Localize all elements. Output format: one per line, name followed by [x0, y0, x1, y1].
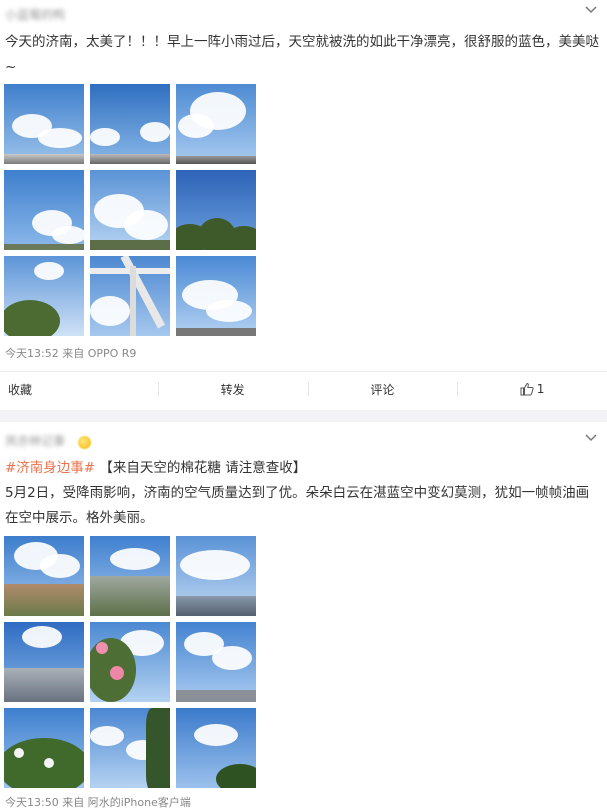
post-author[interactable]: 岚亦林记事	[5, 432, 65, 449]
post-separator	[0, 410, 607, 422]
photo-thumbnail[interactable]	[90, 622, 170, 702]
post-source-link[interactable]: 阿水的iPhone客户端	[88, 796, 191, 809]
action-bar: 收藏 转发 评论 1	[0, 371, 607, 406]
hashtag-link[interactable]: #济南身边事#	[5, 460, 95, 476]
post-title: 【来自天空的棉花糖 请注意查收】	[99, 460, 307, 476]
photo-grid	[4, 536, 256, 788]
post-text: 5月2日，受降雨影响，济南的空气质量达到了优。朵朵白云在湛蓝空中变幻莫测，犹如一…	[5, 485, 590, 526]
photo-thumbnail[interactable]	[4, 84, 84, 164]
photo-thumbnail[interactable]	[4, 536, 84, 616]
post-text: 今天的济南，太美了！！！早上一阵小雨过后，天空就被洗的如此干净漂亮，很舒服的蓝色…	[5, 34, 599, 75]
vip-badge-icon	[78, 436, 91, 449]
favorite-button[interactable]: 收藏	[0, 372, 158, 406]
photo-thumbnail[interactable]	[90, 170, 170, 250]
chevron-down-icon[interactable]	[583, 430, 599, 446]
photo-thumbnail[interactable]	[4, 170, 84, 250]
weibo-post-2: 岚亦林记事 #济南身边事# 【来自天空的棉花糖 请注意查收】 5月2日，受降雨影…	[0, 422, 607, 809]
post-meta: 今天13:52 来自 OPPO R9	[5, 347, 137, 360]
photo-thumbnail[interactable]	[176, 256, 256, 336]
photo-thumbnail[interactable]	[90, 708, 170, 788]
photo-thumbnail[interactable]	[176, 622, 256, 702]
photo-thumbnail[interactable]	[176, 536, 256, 616]
photo-thumbnail[interactable]	[176, 708, 256, 788]
photo-thumbnail[interactable]	[176, 84, 256, 164]
repost-button[interactable]: 转发	[157, 372, 308, 406]
like-button[interactable]: 1	[457, 372, 607, 406]
photo-thumbnail[interactable]	[4, 622, 84, 702]
photo-grid	[4, 84, 256, 336]
thumbs-up-icon	[520, 382, 534, 396]
photo-thumbnail[interactable]	[4, 708, 84, 788]
weibo-post-1: 小蓝莓的鸭 今天的济南，太美了！！！早上一阵小雨过后，天空就被洗的如此干净漂亮，…	[0, 0, 607, 410]
photo-thumbnail[interactable]	[4, 256, 84, 336]
post-headline: #济南身边事# 【来自天空的棉花糖 请注意查收】	[5, 456, 601, 481]
post-author[interactable]: 小蓝莓的鸭	[5, 6, 65, 23]
photo-thumbnail[interactable]	[90, 256, 170, 336]
photo-thumbnail[interactable]	[90, 84, 170, 164]
photo-thumbnail[interactable]	[90, 536, 170, 616]
comment-button[interactable]: 评论	[307, 372, 458, 406]
chevron-down-icon[interactable]	[583, 2, 599, 18]
like-count: 1	[536, 382, 545, 396]
post-time: 今天13:50 来自	[5, 796, 85, 809]
photo-thumbnail[interactable]	[176, 170, 256, 250]
